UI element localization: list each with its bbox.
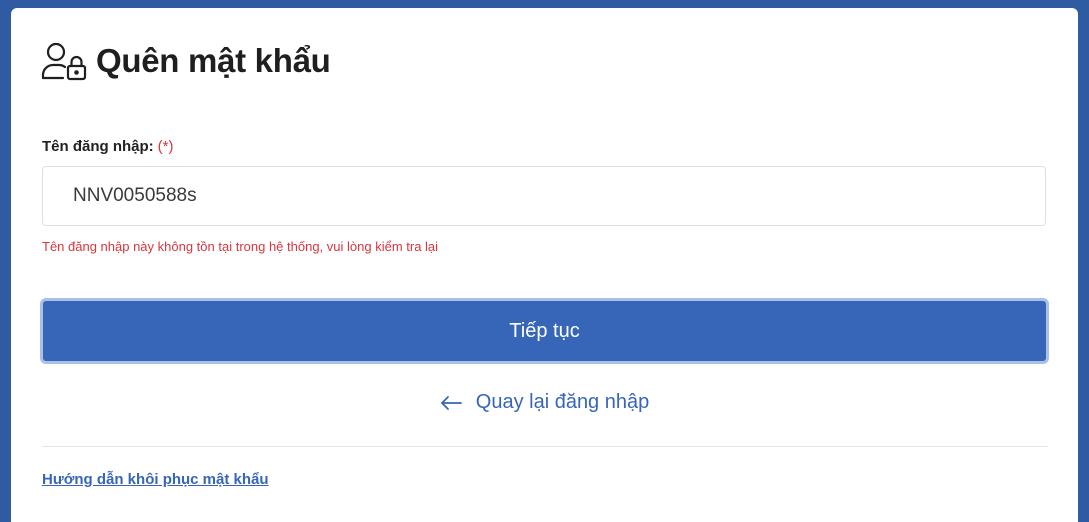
username-label-text: Tên đăng nhập:: [42, 138, 154, 155]
back-to-login-label: Quay lại đăng nhập: [475, 391, 650, 413]
username-label: Tên đăng nhập: (*): [42, 138, 174, 155]
username-input[interactable]: [42, 166, 1046, 226]
continue-button[interactable]: Tiếp tục: [40, 298, 1049, 364]
error-message: Tên đăng nhập này không tồn tại trong hệ…: [42, 239, 439, 254]
arrow-left-icon: [440, 395, 462, 410]
page-title: Quên mật khẩu: [96, 42, 331, 79]
required-mark: (*): [157, 138, 174, 155]
back-to-login-link[interactable]: Quay lại đăng nhập: [11, 391, 1078, 414]
divider: [42, 446, 1048, 447]
forgot-password-card: Quên mật khẩu Tên đăng nhập:(*) Tên đăng…: [11, 8, 1078, 522]
title-row: Quên mật khẩu: [41, 39, 331, 83]
recovery-guide-link[interactable]: Hướng dẫn khôi phục mật khẩu: [42, 471, 269, 488]
user-lock-icon: [41, 42, 87, 81]
